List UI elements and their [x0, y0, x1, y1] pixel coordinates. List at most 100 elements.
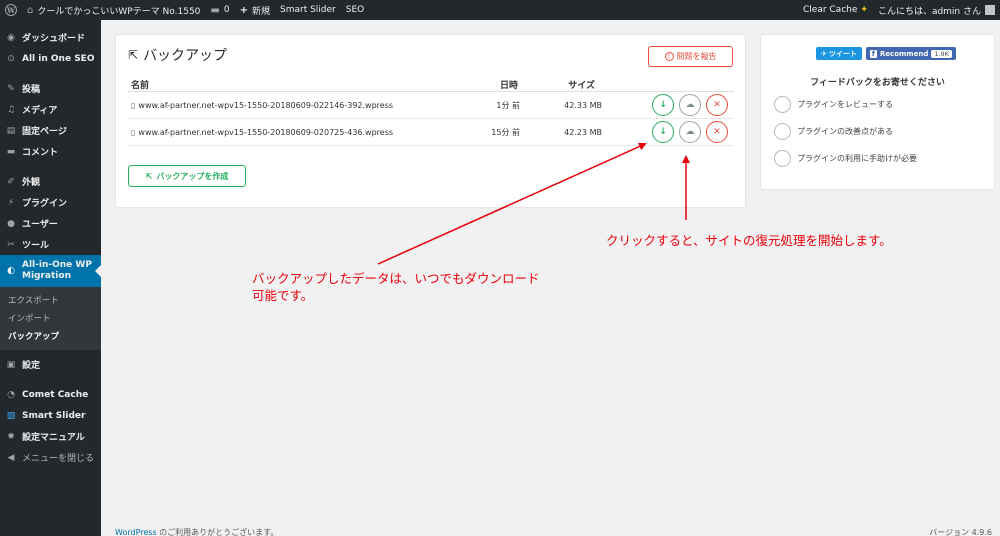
- feedback-panel: ✈ ツイート f Recommend 1.9K フィードバックをお寄せください プラグ…: [760, 34, 995, 190]
- comments-link[interactable]: ▬ 0: [205, 0, 234, 20]
- table-header: 名前 日時 サイズ: [128, 77, 734, 92]
- backup-filename: www.af-partner.net-wpv15-1550-20180609-0…: [138, 100, 394, 110]
- admin-sidebar: ◉ ダッシュボード ⊙ All in One SEO ✎ 投稿 ♫ メディア ▤ 固定ペー…: [0, 20, 101, 536]
- sidebar-item-smart-slider[interactable]: ▧ Smart Slider: [0, 405, 101, 426]
- page-title: ⇱ バックアップ: [128, 48, 228, 64]
- sidebar-item-migration[interactable]: ◐ All-in-One WP Migration: [0, 255, 101, 287]
- settings-icon: ▣: [6, 359, 16, 370]
- column-header-date: 日時: [499, 80, 518, 91]
- backup-size: 42.33 MB: [564, 100, 602, 110]
- facebook-recommend-button[interactable]: f Recommend 1.9K: [865, 47, 956, 60]
- download-button[interactable]: ↓: [652, 94, 674, 116]
- submenu-backup[interactable]: バックアップ: [0, 327, 101, 345]
- twitter-bird-icon: ✈: [821, 49, 827, 58]
- radio-button[interactable]: [774, 123, 791, 140]
- sidebar-item-appearance[interactable]: ✐ 外観: [0, 171, 101, 192]
- wordpress-link[interactable]: WordPress: [115, 528, 157, 536]
- backup-card: ⇱ バックアップ ! 問題を報告 名前 日時 サイズ ▯ www.af-partn…: [115, 34, 746, 208]
- slider-icon: ▧: [6, 410, 16, 421]
- collapse-icon: ◀: [7, 452, 15, 463]
- migration-submenu: エクスポート インポート バックアップ: [0, 287, 101, 350]
- sidebar-item-comments[interactable]: ▬ コメント: [0, 141, 101, 162]
- dashboard-icon: ◉: [7, 32, 15, 43]
- file-icon: ▯: [131, 127, 136, 137]
- sidebar-item-dashboard[interactable]: ◉ ダッシュボード: [0, 27, 101, 48]
- seo-link[interactable]: SEO: [341, 0, 369, 20]
- manual-gear-icon: ✹: [7, 431, 15, 442]
- account-link[interactable]: こんにちは、admin さん: [873, 0, 1000, 20]
- feedback-title: フィードバックをお寄せください: [810, 78, 945, 88]
- sidebar-item-settings[interactable]: ▣ 設定: [0, 354, 101, 375]
- close-icon: ✕: [713, 100, 721, 110]
- backup-filename: www.af-partner.net-wpv15-1550-20180609-0…: [138, 127, 394, 137]
- tweet-button[interactable]: ✈ ツイート: [816, 47, 862, 60]
- restore-button[interactable]: ☁: [679, 94, 701, 116]
- clear-cache-link[interactable]: Clear Cache ✦: [798, 0, 873, 20]
- cloud-upload-icon: ☁: [685, 100, 695, 110]
- plugin-icon: ⚡: [7, 197, 15, 208]
- column-header-name: 名前: [131, 80, 150, 91]
- sidebar-item-posts[interactable]: ✎ 投稿: [0, 78, 101, 99]
- close-icon: ✕: [713, 127, 721, 137]
- annotation-download: バックアップしたデータは、いつでもダウンロード 可能です。: [252, 271, 540, 303]
- seo-icon: ⊙: [7, 53, 15, 64]
- site-name-link[interactable]: ⌂ クールでかっこいいWPテーマ No.1550: [22, 0, 205, 20]
- smart-slider-link[interactable]: Smart Slider: [275, 0, 341, 20]
- new-content-link[interactable]: + 新規: [235, 0, 275, 20]
- avatar: [985, 5, 995, 15]
- footer-version: バージョン 4.9.6: [929, 528, 992, 536]
- radio-button[interactable]: [774, 150, 791, 167]
- download-button[interactable]: ↓: [652, 121, 674, 143]
- report-problem-button[interactable]: ! 問題を報告: [648, 46, 733, 67]
- sidebar-item-media[interactable]: ♫ メディア: [0, 99, 101, 120]
- facebook-icon: f: [869, 49, 877, 58]
- appearance-icon: ✐: [7, 176, 15, 187]
- sidebar-item-manual[interactable]: ✹ 設定マニュアル: [0, 426, 101, 447]
- sidebar-item-comet-cache[interactable]: ◔ Comet Cache: [0, 384, 101, 405]
- feedback-option-help[interactable]: プラグインの利用に手助けが必要: [774, 150, 917, 167]
- cloud-upload-icon: ☁: [685, 127, 695, 137]
- submenu-import[interactable]: インポート: [0, 309, 101, 327]
- column-header-size: サイズ: [568, 80, 595, 91]
- feedback-option-review[interactable]: プラグインをレビューする: [774, 96, 893, 113]
- migration-icon: ◐: [7, 266, 15, 276]
- restore-button[interactable]: ☁: [679, 121, 701, 143]
- wordpress-logo-icon[interactable]: W: [0, 0, 22, 20]
- create-backup-button[interactable]: ⇱ バックアップを作成: [128, 165, 246, 187]
- backup-date: 15分 前: [491, 127, 520, 137]
- backup-table: 名前 日時 サイズ ▯ www.af-partner.net-wpv15-1550…: [128, 77, 734, 146]
- tool-icon: ✂: [7, 239, 15, 250]
- comet-icon: ◔: [7, 389, 15, 400]
- annotation-restore: クリックすると、サイトの復元処理を開始します。: [606, 233, 892, 248]
- file-icon: ▯: [131, 100, 136, 110]
- footer-thanks: WordPress のご利用ありがとうございます。: [115, 528, 279, 536]
- media-icon: ♫: [6, 104, 16, 115]
- sidebar-item-pages[interactable]: ▤ 固定ページ: [0, 120, 101, 141]
- broom-icon: ✦: [860, 5, 868, 15]
- delete-button[interactable]: ✕: [706, 121, 728, 143]
- submenu-export[interactable]: エクスポート: [0, 291, 101, 309]
- collapse-menu-button[interactable]: ◀ メニューを閉じる: [0, 447, 101, 468]
- table-row: ▯ www.af-partner.net-wpv15-1550-20180609-…: [128, 92, 734, 119]
- pin-icon: ✎: [7, 83, 15, 94]
- feedback-option-improvement[interactable]: プラグインの改善点がある: [774, 123, 893, 140]
- download-icon: ↓: [659, 127, 667, 137]
- export-icon: ⇱: [128, 48, 139, 62]
- backup-date: 1分 前: [496, 100, 520, 110]
- home-icon: ⌂: [27, 4, 34, 16]
- user-icon: ●: [7, 218, 15, 229]
- download-icon: ↓: [659, 100, 667, 110]
- comment-bubble-icon: ▬: [210, 4, 220, 16]
- comment-icon: ▬: [6, 146, 16, 157]
- recommend-count: 1.9K: [931, 49, 952, 58]
- sidebar-item-plugins[interactable]: ⚡ プラグイン: [0, 192, 101, 213]
- backup-size: 42.23 MB: [564, 127, 602, 137]
- delete-button[interactable]: ✕: [706, 94, 728, 116]
- export-icon: ⇱: [145, 171, 153, 181]
- sidebar-item-tools[interactable]: ✂ ツール: [0, 234, 101, 255]
- page-icon: ▤: [6, 125, 16, 136]
- sidebar-item-seo[interactable]: ⊙ All in One SEO: [0, 48, 101, 69]
- radio-button[interactable]: [774, 96, 791, 113]
- sidebar-item-users[interactable]: ● ユーザー: [0, 213, 101, 234]
- admin-bar: W ⌂ クールでかっこいいWPテーマ No.1550 ▬ 0 + 新規 Smart S…: [0, 0, 1000, 20]
